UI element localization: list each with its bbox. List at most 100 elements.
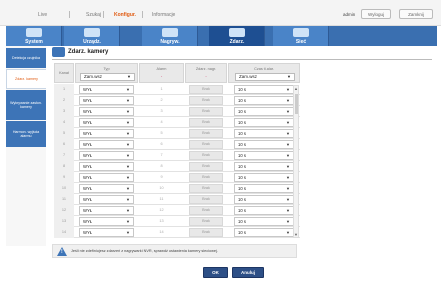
alarm-time-select[interactable]: 10 s ▼ [234, 129, 294, 138]
sidebar-item-alarm-schedule[interactable]: Harmon. wyjścia alarmu [6, 121, 46, 147]
alarm-time-select[interactable]: 10 s ▼ [234, 96, 294, 105]
alarm-time-select[interactable]: 10 s ▼ [234, 162, 294, 171]
dropdown-arrow-icon: ▼ [286, 109, 290, 114]
select-value: WYŁ [83, 120, 93, 125]
type-select[interactable]: WYŁ ▼ [79, 228, 134, 237]
dropdown-arrow-icon: ▼ [126, 120, 130, 125]
alarm-time-select[interactable]: 10 s ▼ [234, 151, 294, 160]
type-select[interactable]: WYŁ ▼ [79, 107, 134, 116]
type-select[interactable]: WYŁ ▼ [79, 151, 134, 160]
menu-information[interactable]: Informacje [152, 12, 175, 18]
sidebar: Detekcja czujnika Zdarz. kamery Wykrywan… [6, 46, 46, 246]
type-select[interactable]: WYŁ ▼ [79, 96, 134, 105]
dropdown-arrow-icon: ▼ [126, 197, 130, 202]
type-select[interactable]: WYŁ ▼ [79, 162, 134, 171]
header-channel: Kanał [54, 63, 74, 83]
scroll-thumb[interactable] [295, 94, 298, 114]
menu-search[interactable]: Szukaj [86, 12, 101, 18]
select-value: WYŁ [83, 175, 93, 180]
event-record-field: Brak [189, 151, 223, 160]
select-value: 10 s [238, 109, 246, 114]
category-label: Sieć [295, 39, 307, 45]
menu-setup[interactable]: Konfigur. [114, 12, 136, 18]
header-sub: - [205, 73, 207, 78]
type-select[interactable]: WYŁ ▼ [79, 184, 134, 193]
top-menu-bar: Live Szukaj Konfigur. Informacje admin W… [0, 0, 441, 26]
menu-separator [69, 11, 70, 18]
dropdown-arrow-icon: ▼ [126, 131, 130, 136]
event-record-field: Brak [189, 173, 223, 182]
select-value: 10 s [238, 131, 246, 136]
table-row: 4 WYŁ ▼ 4 Brak 10 s ▼ [54, 117, 300, 128]
type-select[interactable]: WYŁ ▼ [79, 129, 134, 138]
alarm-time-select[interactable]: 10 s ▼ [234, 85, 294, 94]
alarm-time-select[interactable]: 10 s ▼ [234, 140, 294, 149]
type-select[interactable]: WYŁ ▼ [79, 206, 134, 215]
sidebar-item-camera-event[interactable]: Zdarz. kamery [6, 69, 46, 89]
table-row: 8 WYŁ ▼ 8 Brak 10 s ▼ [54, 161, 300, 172]
alarm-time-select[interactable]: 10 s ▼ [234, 173, 294, 182]
header-sub: - [160, 73, 163, 78]
table-row: 11 WYŁ ▼ 11 Brak 10 s ▼ [54, 194, 300, 205]
sidebar-item-tampering-detection[interactable]: Wykrywanie zasłon. kamery [6, 90, 46, 120]
alarm-value: 3 [160, 109, 163, 113]
dropdown-arrow-icon: ▼ [126, 186, 130, 191]
sidebar-item-sensor-detection[interactable]: Detekcja czujnika [6, 48, 46, 68]
type-select[interactable]: WYŁ ▼ [79, 217, 134, 226]
type-select[interactable]: WYŁ ▼ [79, 195, 134, 204]
alarm-time-select[interactable]: 10 s ▼ [234, 217, 294, 226]
select-value: WYŁ [83, 131, 93, 136]
type-select[interactable]: WYŁ ▼ [79, 140, 134, 149]
category-device[interactable]: Urządz. [64, 26, 120, 46]
select-value: 10 s [238, 142, 246, 147]
type-select[interactable]: WYŁ ▼ [79, 85, 134, 94]
table-row: 14 WYŁ ▼ 14 Brak 10 s ▼ [54, 227, 300, 238]
event-record-field: Brak [189, 85, 223, 94]
type-select[interactable]: WYŁ ▼ [79, 173, 134, 182]
alarm-time-select[interactable]: 10 s ▼ [234, 184, 294, 193]
alarm-value: 4 [160, 120, 163, 124]
channel-number: 4 [54, 117, 74, 128]
table-row: 7 WYŁ ▼ 7 Brak 10 s ▼ [54, 150, 300, 161]
username: admin [343, 12, 356, 17]
cancel-button[interactable]: Anuluj [232, 267, 264, 278]
channel-number: 6 [54, 139, 74, 150]
dropdown-arrow-icon: ▼ [126, 175, 130, 180]
category-network[interactable]: Sieć [273, 26, 329, 46]
camera-event-icon [52, 47, 65, 57]
select-value: WYŁ [83, 197, 93, 202]
dropdown-arrow-icon: ▼ [286, 153, 290, 158]
select-value: WYŁ [83, 153, 93, 158]
select-value: 10 s [238, 186, 246, 191]
table-scrollbar[interactable]: ▲ ▼ [293, 85, 299, 238]
scroll-down-icon[interactable]: ▼ [294, 232, 298, 237]
type-all-select[interactable]: Zam.wsz ▼ [80, 73, 135, 81]
alarm-time-select[interactable]: 10 s ▼ [234, 206, 294, 215]
alarm-value: 2 [160, 98, 163, 102]
alarm-time-select[interactable]: 10 s ▼ [234, 228, 294, 237]
channel-number: 13 [54, 216, 74, 227]
close-button[interactable]: Zamknij [399, 9, 433, 19]
category-system[interactable]: System [6, 26, 62, 46]
select-value: WYŁ [83, 87, 93, 92]
alarm-time-select[interactable]: 10 s ▼ [234, 107, 294, 116]
category-record[interactable]: Nagryw. [142, 26, 198, 46]
ok-button[interactable]: OK [203, 267, 228, 278]
time-all-select[interactable]: Zam.wsz ▼ [235, 73, 295, 81]
device-icon [84, 28, 100, 37]
alarm-time-select[interactable]: 10 s ▼ [234, 118, 294, 127]
header-label: Czas ti.alar. [254, 67, 274, 71]
dropdown-arrow-icon: ▼ [286, 98, 290, 103]
type-select[interactable]: WYŁ ▼ [79, 118, 134, 127]
table-row: 3 WYŁ ▼ 3 Brak 10 s ▼ [54, 106, 300, 117]
network-icon [293, 28, 309, 37]
channel-number: 2 [54, 95, 74, 106]
logout-button[interactable]: Wyloguj [361, 9, 391, 19]
category-event[interactable]: Zdarz. [209, 26, 265, 46]
alarm-time-select[interactable]: 10 s ▼ [234, 195, 294, 204]
table-row: 9 WYŁ ▼ 9 Brak 10 s ▼ [54, 172, 300, 183]
alarm-value: 9 [160, 175, 163, 179]
scroll-up-icon[interactable]: ▲ [294, 86, 298, 91]
menu-live[interactable]: Live [38, 12, 47, 18]
dropdown-arrow-icon: ▼ [286, 120, 290, 125]
